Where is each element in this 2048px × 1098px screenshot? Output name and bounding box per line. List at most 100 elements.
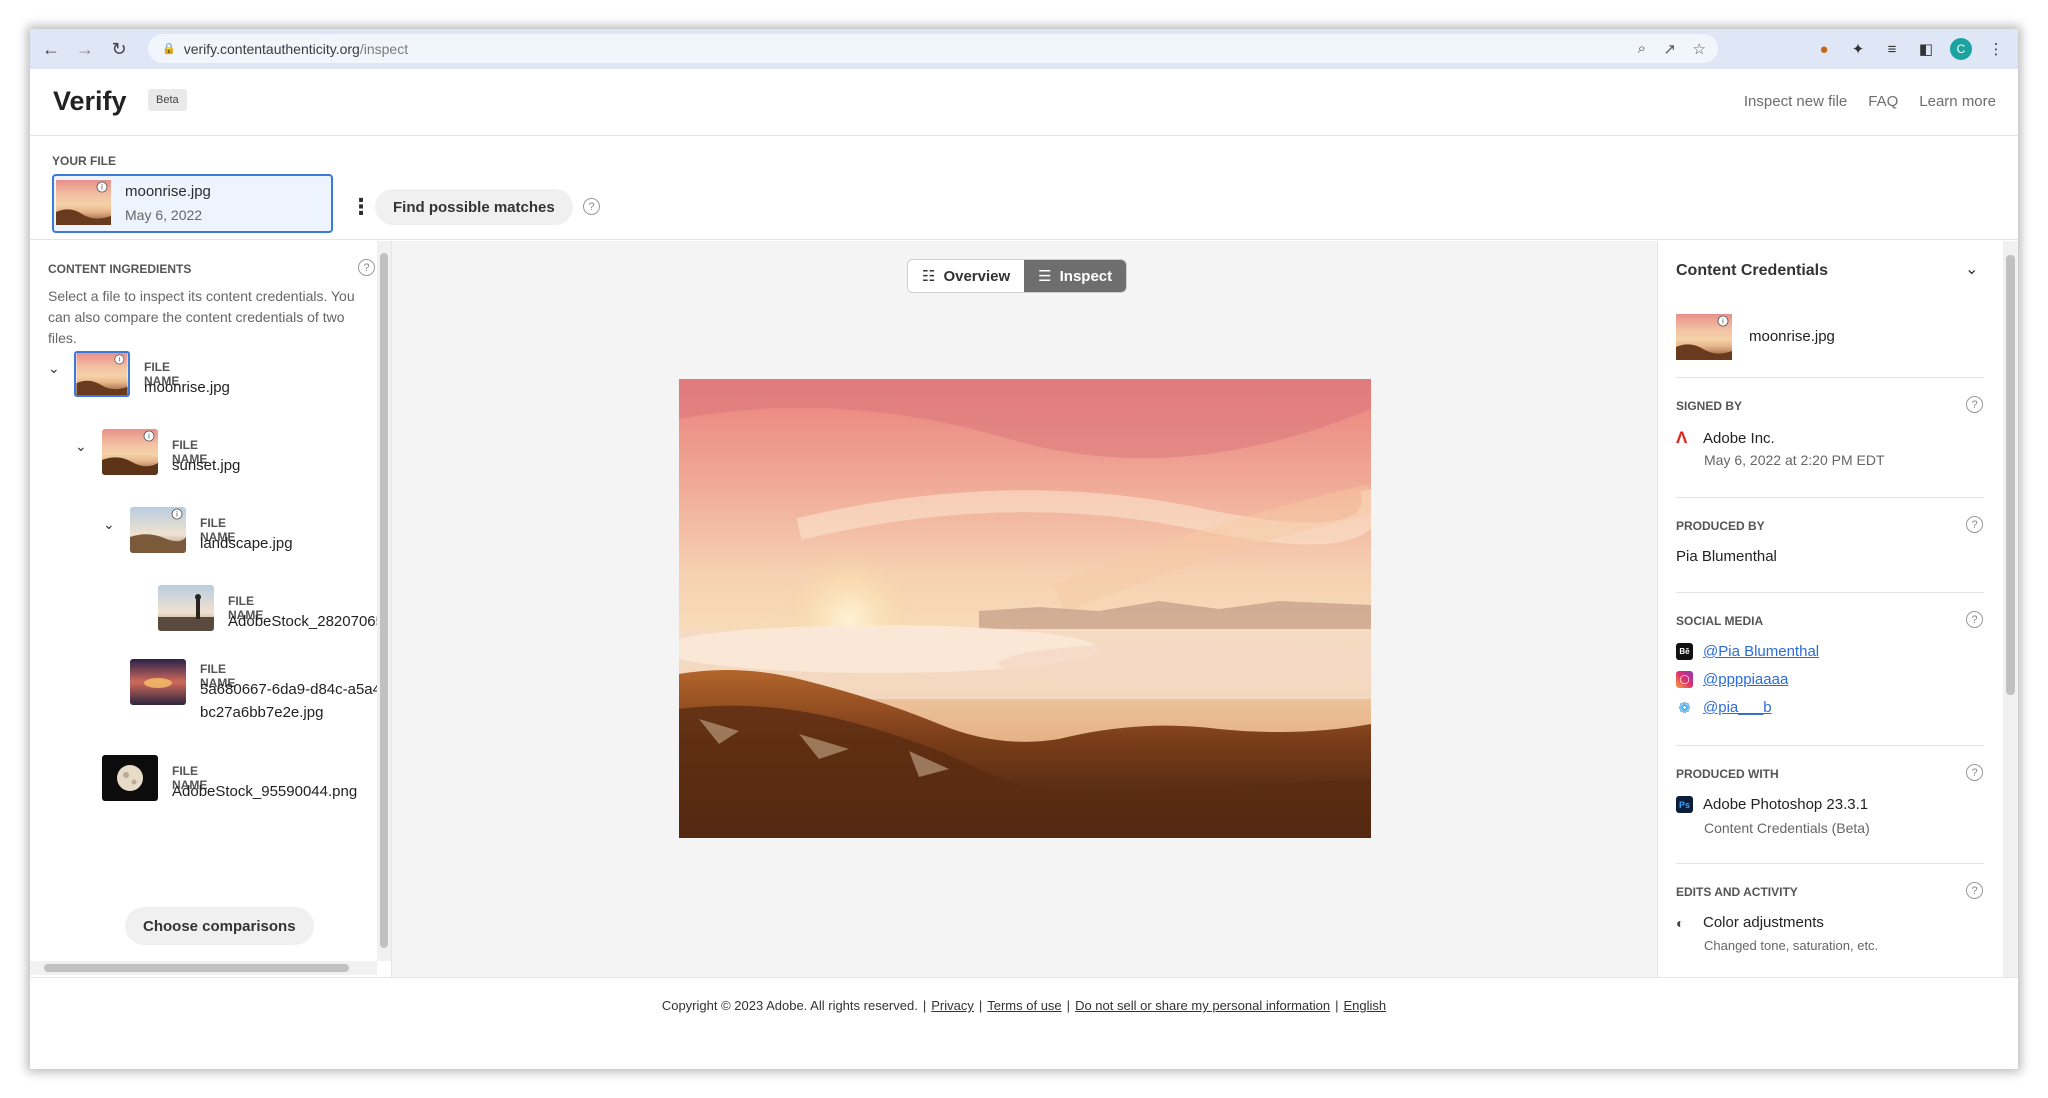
view-toggle: ☷ Overview ☰ Inspect: [907, 259, 1128, 293]
svg-text:i: i: [118, 356, 120, 364]
content-ingredients-title: CONTENT INGREDIENTS: [48, 262, 192, 276]
nav-faq[interactable]: FAQ: [1868, 93, 1898, 110]
photoshop-icon: Ps: [1676, 796, 1693, 813]
credentials-file-name: moonrise.jpg: [1749, 328, 1835, 345]
media-queue-icon[interactable]: ≡: [1882, 39, 1902, 59]
chevron-down-icon[interactable]: ⌄: [103, 516, 115, 533]
help-icon[interactable]: ?: [1966, 516, 1983, 533]
app-logo[interactable]: Verify: [53, 86, 127, 117]
produced-with-label: PRODUCED WITH: [1676, 767, 1779, 781]
help-icon[interactable]: ?: [1966, 611, 1983, 628]
svg-text:i: i: [176, 511, 178, 519]
inspected-image: [679, 379, 1371, 838]
behance-icon: Bē: [1676, 643, 1693, 660]
your-file-section: YOUR FILE i moonrise.jpg May 6, 2022 ⋮ F…: [30, 136, 2018, 240]
edit-name: Color adjustments: [1703, 914, 1824, 931]
twitter-link-row: ❁ @pia___b: [1676, 699, 1772, 717]
browser-toolbar: ← → ↻ 🔒 verify.contentauthenticity.org/i…: [30, 29, 2018, 69]
instagram-link[interactable]: @ppppiaaaa: [1703, 671, 1788, 688]
help-icon[interactable]: ?: [1966, 764, 1983, 781]
beta-badge: Beta: [148, 89, 187, 111]
zoom-icon[interactable]: ⌕: [1638, 34, 1646, 63]
content-credentials-panel: Content Credentials ⌄ i moonrise.jpg SIG…: [1657, 241, 2018, 977]
nav-learn-more[interactable]: Learn more: [1919, 93, 1996, 110]
bookmark-star-icon[interactable]: ☆: [1693, 34, 1706, 63]
hierarchy-icon: ☷: [922, 268, 936, 285]
left-vertical-scrollbar[interactable]: [377, 241, 391, 961]
address-bar[interactable]: 🔒 verify.contentauthenticity.org/inspect…: [148, 34, 1718, 63]
twitter-link[interactable]: @pia___b: [1703, 699, 1772, 716]
browser-menu-icon[interactable]: ⋮: [1986, 39, 2006, 59]
back-icon[interactable]: ←: [34, 32, 68, 66]
terms-of-use-link[interactable]: Terms of use: [987, 998, 1061, 1069]
signed-by-section: SIGNED BY ? Λ Adobe Inc. May 6, 2022 at …: [1676, 377, 1984, 497]
inspect-tab-label: Inspect: [1059, 267, 1113, 285]
signed-date: May 6, 2022 at 2:20 PM EDT: [1704, 452, 1885, 468]
overview-tab[interactable]: ☷ Overview: [908, 260, 1025, 292]
content-credentials-title: Content Credentials: [1676, 262, 1829, 279]
reload-icon[interactable]: ↻: [102, 32, 136, 66]
right-vertical-scrollbar[interactable]: [2003, 241, 2018, 977]
behance-link[interactable]: @Pia Blumenthal: [1703, 643, 1819, 660]
browser-window: ← → ↻ 🔒 verify.contentauthenticity.org/i…: [30, 29, 2018, 1069]
url-path: /inspect: [359, 40, 409, 57]
edits-activity-label: EDITS AND ACTIVITY: [1676, 885, 1798, 899]
extension-cookie-icon[interactable]: ●: [1814, 39, 1834, 59]
produced-with-app: Ps Adobe Photoshop 23.3.1: [1676, 796, 1868, 813]
extensions-puzzle-icon[interactable]: ✦: [1848, 39, 1868, 59]
side-panel-icon[interactable]: ◧: [1916, 39, 1936, 59]
edit-item: ◐ Color adjustments: [1676, 914, 1824, 931]
help-icon[interactable]: ?: [583, 198, 600, 215]
chevron-down-icon[interactable]: ⌄: [1965, 259, 1978, 279]
find-possible-matches-button[interactable]: Find possible matches: [375, 189, 573, 225]
share-icon[interactable]: ↗: [1663, 34, 1676, 63]
content-ingredients-description: Select a file to inspect its content cre…: [48, 288, 355, 346]
instagram-icon: ◯: [1676, 671, 1693, 688]
image-preview-area: ☷ Overview ☰ Inspect: [392, 241, 1657, 977]
app-name: Adobe Photoshop 23.3.1: [1703, 796, 1869, 813]
producer-name: Pia Blumenthal: [1676, 548, 1777, 565]
instagram-link-row: ◯ @ppppiaaaa: [1676, 671, 1788, 688]
chevron-down-icon[interactable]: ⌄: [75, 438, 87, 455]
help-icon[interactable]: ?: [1966, 396, 1983, 413]
your-file-label: YOUR FILE: [52, 154, 117, 168]
language-link[interactable]: English: [1344, 998, 1387, 1069]
twitter-icon: ❁: [1678, 699, 1691, 717]
top-nav: Inspect new file FAQ Learn more: [1744, 93, 1996, 110]
lock-icon: 🔒: [162, 43, 176, 55]
nav-inspect-new-file[interactable]: Inspect new file: [1744, 93, 1847, 110]
color-adjustments-icon: ◐: [1676, 914, 1685, 931]
ingredient-name: sunset.jpg: [172, 457, 241, 474]
left-horizontal-scrollbar[interactable]: [30, 961, 377, 975]
more-options-icon[interactable]: ⋮: [350, 196, 372, 218]
chevron-down-icon[interactable]: ⌄: [48, 360, 60, 377]
overview-tab-label: Overview: [943, 267, 1011, 285]
file-thumbnail: i: [56, 180, 111, 225]
profile-avatar[interactable]: C: [1950, 38, 1972, 60]
scrollbar-thumb[interactable]: [2006, 255, 2015, 695]
inspect-tab[interactable]: ☰ Inspect: [1024, 260, 1127, 292]
ingredient-thumbnail: [102, 755, 158, 801]
copyright-text: Copyright © 2023 Adobe. All rights reser…: [661, 998, 918, 1013]
content-ingredients-panel: CONTENT INGREDIENTS ? Select a file to i…: [30, 241, 392, 977]
do-not-sell-link[interactable]: Do not sell or share my personal informa…: [1075, 998, 1330, 1069]
ingredient-name: AdobeStock_95590044.png: [172, 783, 358, 800]
scrollbar-thumb[interactable]: [44, 964, 349, 972]
help-icon[interactable]: ?: [1966, 882, 1983, 899]
ingredient-name: AdobeStock_282070651: [228, 613, 392, 630]
scrollbar-thumb[interactable]: [380, 253, 388, 948]
forward-icon[interactable]: →: [68, 32, 102, 66]
produced-by-section: PRODUCED BY ? Pia Blumenthal: [1676, 497, 1984, 592]
svg-text:i: i: [1722, 318, 1724, 326]
ingredient-thumbnail: i: [74, 351, 130, 397]
ingredient-thumbnail: [130, 659, 186, 705]
your-file-card[interactable]: i moonrise.jpg May 6, 2022: [52, 174, 333, 233]
your-file-name: moonrise.jpg: [125, 183, 211, 200]
help-icon[interactable]: ?: [358, 259, 375, 276]
choose-comparisons-button[interactable]: Choose comparisons: [125, 907, 314, 945]
privacy-link[interactable]: Privacy: [931, 998, 974, 1069]
produced-with-section: PRODUCED WITH ? Ps Adobe Photoshop 23.3.…: [1676, 745, 1984, 863]
ingredient-thumbnail: i: [102, 429, 158, 475]
ingredient-thumbnail: [158, 585, 214, 631]
list-icon: ☰: [1038, 268, 1052, 285]
